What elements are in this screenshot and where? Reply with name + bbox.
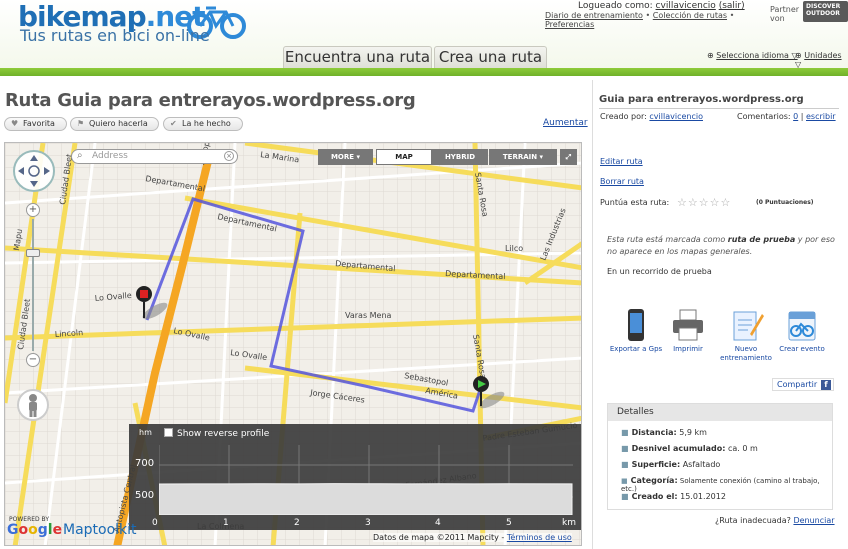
route-map[interactable]: La Marina Departamental Departamental De… [4, 142, 582, 546]
maptoolkit-logo[interactable]: Maptoolkit [63, 522, 137, 538]
favorite-button[interactable]: ♥ Favorita [4, 117, 67, 131]
elevation-plot [159, 445, 573, 515]
reverse-profile-checkbox[interactable] [164, 428, 173, 437]
elevation-y-tick: 700 [135, 458, 155, 469]
rating-stars[interactable]: ☆☆☆☆☆ [677, 196, 731, 209]
share-button[interactable]: Compartir f [772, 378, 834, 391]
tab-create-route[interactable]: Crea una ruta [434, 46, 547, 68]
pan-control[interactable] [13, 150, 55, 192]
pan-arrows-icon [18, 155, 50, 187]
fullscreen-icon[interactable]: ⤢ [560, 149, 577, 165]
elevation-x-tick: 2 [294, 518, 300, 528]
detail-elevation: ■ Desnivel acumulado: ca. 0 m [621, 444, 758, 453]
rating-votes: (0 Puntuaciones) [756, 199, 814, 206]
details-title: Detalles [608, 404, 832, 421]
enlarge-map-link[interactable]: Aumentar [543, 118, 588, 128]
calendar-bike-icon [788, 311, 816, 341]
elevation-x-tick: 5 [506, 518, 512, 528]
gps-device-icon [628, 309, 644, 341]
report-link[interactable]: Denunciar [793, 516, 834, 525]
detail-surface: ■ Superficie: Asfaltado [621, 460, 721, 469]
elevation-y-tick: 500 [135, 490, 155, 501]
route-collection-link[interactable]: Colección de rutas [653, 11, 727, 20]
created-by: Creado por: cvillavicencio [600, 112, 703, 121]
comments-info: Comentarios: 0 | escribir [737, 112, 836, 121]
site-header: bikemap.net Tus rutas en bici on-line Lo… [0, 0, 848, 76]
logout-link[interactable]: (salir) [719, 1, 745, 11]
comments-count-link[interactable]: 0 [793, 112, 798, 121]
report-route: ¿Ruta inadecuada? Denunciar [715, 516, 835, 525]
edit-route-link[interactable]: Editar ruta [600, 157, 643, 166]
terms-link[interactable]: Términos de uso [507, 533, 572, 542]
street-view-pegman-icon[interactable] [17, 389, 49, 421]
print-button[interactable]: Imprimir [659, 308, 717, 354]
user-link[interactable]: cvillavicencio [656, 1, 716, 11]
elevation-x-tick: 4 [435, 518, 441, 528]
test-route-notice-2: En un recorrido de prueba [607, 267, 712, 276]
map-type-map-button[interactable]: MAP [376, 149, 432, 165]
test-route-notice: Esta ruta está marcada como ruta de prue… [607, 235, 835, 256]
login-status: Logueado como: cvillavicencio (salir) [578, 1, 745, 11]
detail-distance: ■ Distancia: 5,9 km [621, 428, 707, 437]
map-type-hybrid-button[interactable]: HYBRID [432, 149, 488, 165]
detail-created: ■ Creado el: 15.01.2012 [621, 492, 726, 501]
sidebar-route-title: Guia para entrerayos.wordpress.org [599, 94, 804, 105]
account-links: Diario de entrenamiento • Colección de r… [545, 11, 735, 29]
route-sidebar: Guia para entrerayos.wordpress.org Cread… [592, 80, 848, 549]
language-selector[interactable]: ⊕ Selecciona idioma ▽ [707, 51, 798, 60]
svg-text:Varas Mena: Varas Mena [345, 311, 392, 320]
tab-find-route[interactable]: Encuentra una ruta [283, 46, 432, 68]
notepad-pencil-icon [733, 311, 764, 341]
create-event-button[interactable]: Crear evento [773, 308, 831, 354]
zoom-slider-thumb[interactable] [26, 249, 40, 257]
elevation-x-tick: 1 [223, 518, 229, 528]
rate-label: Puntúa esta ruta: [600, 198, 670, 207]
done-button[interactable]: ✔ La he hecho [163, 117, 243, 131]
map-more-button[interactable]: MORE ▾ [318, 149, 373, 165]
reverse-profile-label: Show reverse profile [177, 429, 270, 439]
site-tagline: Tus rutas en bici on-line [20, 26, 210, 45]
map-attribution: Datos de mapa ©2011 Mapcity - Términos d… [373, 533, 572, 542]
facebook-icon: f [821, 380, 831, 390]
details-box: Detalles ■ Distancia: 5,9 km ■ Desnivel ac… [607, 403, 833, 510]
route-title: Ruta Guia para entrerayos.wordpress.org [5, 90, 416, 111]
divider [599, 108, 839, 109]
elevation-x-tick: 3 [365, 518, 371, 528]
nav-green-bar [0, 68, 848, 76]
write-comment-link[interactable]: escribir [806, 112, 836, 121]
svg-text:Lilco: Lilco [505, 244, 523, 253]
creator-link[interactable]: cvillavicencio [649, 112, 703, 121]
partner-label: Partner von [770, 5, 800, 23]
partner-badge[interactable]: DISCOVER OUTDOOR [803, 1, 848, 22]
new-training-button[interactable]: Nuevo entrenamiento [717, 308, 775, 363]
detail-category: ■ Categoría: Solamente conexión (camino a… [621, 476, 820, 493]
zoom-slider-track[interactable] [32, 219, 34, 351]
clear-search-icon[interactable]: × [224, 151, 234, 161]
zoom-in-button[interactable]: + [26, 203, 40, 217]
export-gps-button[interactable]: Exportar a Gps [607, 308, 665, 354]
units-selector[interactable]: ⊕ Unidades ▽ [795, 51, 848, 69]
heart-icon: ♥ [11, 119, 19, 128]
flag-icon: ⚑ [77, 119, 85, 128]
google-logo[interactable]: Google [7, 522, 62, 538]
search-icon: ⌕ [77, 150, 83, 161]
preferences-link[interactable]: Preferencias [545, 20, 594, 29]
elevation-x-tick: 0 [152, 518, 158, 528]
printer-icon [673, 309, 703, 341]
want-to-do-button[interactable]: ⚑ Quiero hacerla [70, 117, 159, 131]
elevation-profile: hm Show reverse profile 700 500 0 1 2 3 … [129, 424, 581, 530]
search-placeholder: Address [92, 151, 128, 161]
elevation-unit: hm [139, 428, 152, 437]
elevation-x-unit: km [562, 518, 576, 528]
training-diary-link[interactable]: Diario de entrenamiento [545, 11, 643, 20]
zoom-out-button[interactable]: − [26, 353, 40, 367]
delete-route-link[interactable]: Borrar ruta [600, 177, 644, 186]
elevation-area [159, 483, 573, 515]
map-type-terrain-button[interactable]: TERRAIN ▾ [489, 149, 557, 165]
check-icon: ✔ [170, 119, 177, 128]
map-address-search[interactable]: ⌕ Address × [71, 149, 238, 164]
